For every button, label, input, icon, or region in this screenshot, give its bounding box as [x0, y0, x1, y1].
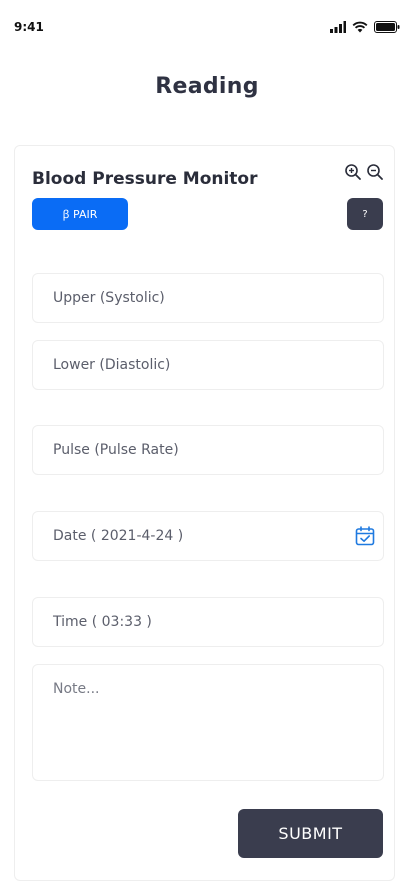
time-field[interactable]: Time ( 03:33 ): [32, 597, 384, 647]
help-button[interactable]: ?: [347, 198, 383, 230]
systolic-input[interactable]: Upper (Systolic): [32, 273, 384, 323]
device-title: Blood Pressure Monitor: [32, 169, 258, 189]
diastolic-placeholder: Lower (Diastolic): [53, 357, 171, 373]
calendar-icon[interactable]: [355, 526, 375, 546]
systolic-placeholder: Upper (Systolic): [53, 290, 165, 306]
signal-icon: [330, 18, 346, 37]
time-label: Time ( 03:33 ): [53, 614, 152, 630]
battery-icon: [374, 18, 400, 37]
status-bar: 9:41: [0, 0, 414, 54]
status-icons: [330, 20, 400, 34]
pair-button[interactable]: ꞵ PAIR: [32, 198, 128, 230]
pulse-input[interactable]: Pulse (Pulse Rate): [32, 425, 384, 475]
status-time: 9:41: [14, 20, 44, 34]
zoom-controls: [344, 163, 384, 181]
zoom-in-icon[interactable]: [344, 163, 362, 181]
submit-button[interactable]: SUBMIT: [238, 809, 383, 858]
page-title: Reading: [155, 74, 259, 99]
date-field[interactable]: Date ( 2021-4-24 ): [32, 511, 384, 561]
note-textarea[interactable]: Note...: [32, 664, 384, 781]
diastolic-input[interactable]: Lower (Diastolic): [32, 340, 384, 390]
note-placeholder: Note...: [53, 681, 100, 697]
pulse-placeholder: Pulse (Pulse Rate): [53, 442, 179, 458]
zoom-out-icon[interactable]: [366, 163, 384, 181]
date-label: Date ( 2021-4-24 ): [53, 528, 184, 544]
wifi-icon: [352, 18, 368, 37]
reading-card: Blood Pressure Monitor ꞵ PAIR ? Upper (S…: [14, 145, 395, 881]
